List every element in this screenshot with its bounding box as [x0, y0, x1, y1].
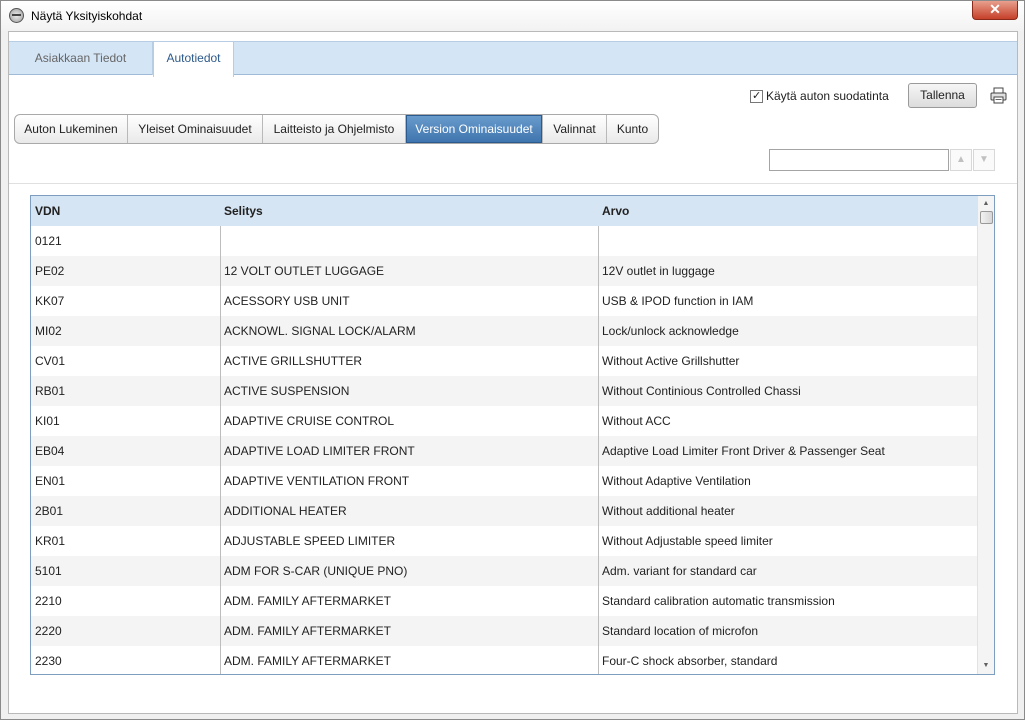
- search-previous-button[interactable]: ▲: [950, 149, 972, 171]
- table-row[interactable]: KI01 ADAPTIVE CRUISE CONTROL Without ACC: [31, 406, 977, 436]
- description-cell: ADAPTIVE CRUISE CONTROL: [224, 414, 395, 428]
- value-cell: 12V outlet in luggage: [602, 264, 715, 278]
- search-input[interactable]: [769, 149, 949, 171]
- table-row[interactable]: KR01 ADJUSTABLE SPEED LIMITER Without Adju…: [31, 526, 977, 556]
- sub-tab-bar: Auton Lukeminen Yleiset Ominaisuudet Lai…: [14, 114, 659, 144]
- vdn-cell: 5101: [35, 564, 62, 578]
- table-row[interactable]: 5101 ADM FOR S-CAR (UNIQUE PNO) Adm. varia…: [31, 556, 977, 586]
- value-cell: Without Active Grillshutter: [602, 354, 740, 368]
- scroll-thumb[interactable]: [980, 211, 993, 224]
- description-cell: ADM. FAMILY AFTERMARKET: [224, 594, 391, 608]
- description-cell: ACTIVE GRILLSHUTTER: [224, 354, 363, 368]
- vdn-cell: EN01: [35, 474, 66, 488]
- properties-table: VDN Selitys Arvo 0121 PE02 12 VOLT OUTLET …: [30, 195, 995, 675]
- tab-condition[interactable]: Kunto: [607, 115, 658, 143]
- value-cell: Four-C shock absorber, standard: [602, 654, 778, 668]
- value-cell: Without Continious Controlled Chassi: [602, 384, 801, 398]
- table-row[interactable]: 2220 ADM. FAMILY AFTERMARKET Standard loca…: [31, 616, 977, 646]
- description-cell: ADM. FAMILY AFTERMARKET: [224, 624, 391, 638]
- tab-car-reading[interactable]: Auton Lukeminen: [15, 115, 128, 143]
- value-cell: Adm. variant for standard car: [602, 564, 757, 578]
- value-cell: Standard location of microfon: [602, 624, 759, 638]
- table-row[interactable]: 2210 ADM. FAMILY AFTERMARKET Standard cali…: [31, 586, 977, 616]
- table-row[interactable]: KK07 ACESSORY USB UNIT USB & IPOD function…: [31, 286, 977, 316]
- car-filter-checkbox[interactable]: [750, 89, 763, 103]
- column-header-description[interactable]: Selitys: [224, 196, 598, 226]
- table-row[interactable]: PE02 12 VOLT OUTLET LUGGAGE 12V outlet in …: [31, 256, 977, 286]
- value-cell: Lock/unlock acknowledge: [602, 324, 739, 338]
- description-cell: ADDITIONAL HEATER: [224, 504, 347, 518]
- table-row[interactable]: 0121: [31, 226, 977, 256]
- vdn-cell: 0121: [35, 234, 62, 248]
- vertical-scrollbar[interactable]: ▲ ▼: [977, 196, 994, 674]
- chevron-up-icon: ▲: [956, 154, 966, 165]
- description-cell: ADM FOR S-CAR (UNIQUE PNO): [224, 564, 408, 578]
- value-cell: [602, 226, 976, 256]
- close-button[interactable]: ✕: [972, 1, 1018, 20]
- tab-general-properties[interactable]: Yleiset Ominaisuudet: [128, 115, 263, 143]
- description-cell: ADAPTIVE VENTILATION FRONT: [224, 474, 410, 488]
- tab-version-properties[interactable]: Version Ominaisuudet: [406, 115, 543, 143]
- table-row[interactable]: 2B01 ADDITIONAL HEATER Without additional …: [31, 496, 977, 526]
- value-cell: USB & IPOD function in IAM: [602, 294, 754, 308]
- description-cell: ADAPTIVE LOAD LIMITER FRONT: [224, 444, 415, 458]
- value-cell: Without Adjustable speed limiter: [602, 534, 773, 548]
- volvo-logo-icon: [9, 8, 24, 23]
- tab-options[interactable]: Valinnat: [543, 115, 607, 143]
- title-bar: Näytä Yksityiskohdat ✕: [1, 1, 1024, 31]
- description-cell: ACESSORY USB UNIT: [224, 294, 350, 308]
- column-divider: [598, 226, 599, 674]
- column-header-value[interactable]: Arvo: [602, 196, 976, 226]
- printer-icon[interactable]: [990, 87, 1007, 104]
- top-tab-bar: Asiakkaan Tiedot Autotiedot: [9, 41, 1017, 77]
- vdn-cell: KR01: [35, 534, 66, 548]
- table-row[interactable]: RB01 ACTIVE SUSPENSION Without Continious …: [31, 376, 977, 406]
- table-row[interactable]: MI02 ACKNOWL. SIGNAL LOCK/ALARM Lock/unloc…: [31, 316, 977, 346]
- value-cell: Without ACC: [602, 414, 671, 428]
- vdn-cell: RB01: [35, 384, 66, 398]
- divider: [9, 183, 1017, 184]
- column-divider: [220, 226, 221, 674]
- table-row[interactable]: 2230 ADM. FAMILY AFTERMARKET Four-C shock …: [31, 646, 977, 674]
- description-cell: ACKNOWL. SIGNAL LOCK/ALARM: [224, 324, 416, 338]
- vdn-cell: MI02: [35, 324, 62, 338]
- description-cell: ACTIVE SUSPENSION: [224, 384, 350, 398]
- vdn-cell: KI01: [35, 414, 60, 428]
- vdn-cell: CV01: [35, 354, 66, 368]
- scroll-down-icon[interactable]: ▼: [978, 660, 994, 672]
- vdn-cell: PE02: [35, 264, 65, 278]
- value-cell: Without Adaptive Ventilation: [602, 474, 751, 488]
- client-area: Asiakkaan Tiedot Autotiedot Käytä auton …: [8, 31, 1018, 714]
- table-row[interactable]: EN01 ADAPTIVE VENTILATION FRONT Without Ad…: [31, 466, 977, 496]
- description-cell: ADJUSTABLE SPEED LIMITER: [224, 534, 396, 548]
- description-cell: 12 VOLT OUTLET LUGGAGE: [224, 264, 385, 278]
- table-row[interactable]: EB04 ADAPTIVE LOAD LIMITER FRONT Adaptive …: [31, 436, 977, 466]
- table-row[interactable]: CV01 ACTIVE GRILLSHUTTER Without Active Gr…: [31, 346, 977, 376]
- vdn-cell: 2230: [35, 654, 62, 668]
- tab-hardware-software[interactable]: Laitteisto ja Ohjelmisto: [263, 115, 406, 143]
- tab-car-info[interactable]: Autotiedot: [153, 42, 234, 77]
- value-cell: Without additional heater: [602, 504, 735, 518]
- table-header: VDN Selitys Arvo: [31, 196, 977, 226]
- details-window: Näytä Yksityiskohdat ✕ Asiakkaan Tiedot …: [0, 0, 1025, 720]
- vdn-cell: EB04: [35, 444, 65, 458]
- window-title: Näytä Yksityiskohdat: [31, 9, 143, 23]
- description-cell: ADM. FAMILY AFTERMARKET: [224, 654, 391, 668]
- description-cell: [224, 226, 598, 256]
- car-filter-label[interactable]: Käytä auton suodatinta: [766, 89, 889, 103]
- save-button[interactable]: Tallenna: [908, 83, 977, 108]
- search-next-button[interactable]: ▼: [973, 149, 995, 171]
- chevron-down-icon: ▼: [979, 154, 989, 165]
- value-cell: Standard calibration automatic transmiss…: [602, 594, 835, 608]
- scroll-up-icon[interactable]: ▲: [978, 198, 994, 210]
- vdn-cell: 2220: [35, 624, 62, 638]
- tab-customer-info[interactable]: Asiakkaan Tiedot: [9, 42, 153, 75]
- vdn-cell: 2210: [35, 594, 62, 608]
- vdn-cell: 2B01: [35, 504, 64, 518]
- value-cell: Adaptive Load Limiter Front Driver & Pas…: [602, 444, 885, 458]
- column-header-vdn[interactable]: VDN: [35, 196, 220, 226]
- vdn-cell: KK07: [35, 294, 65, 308]
